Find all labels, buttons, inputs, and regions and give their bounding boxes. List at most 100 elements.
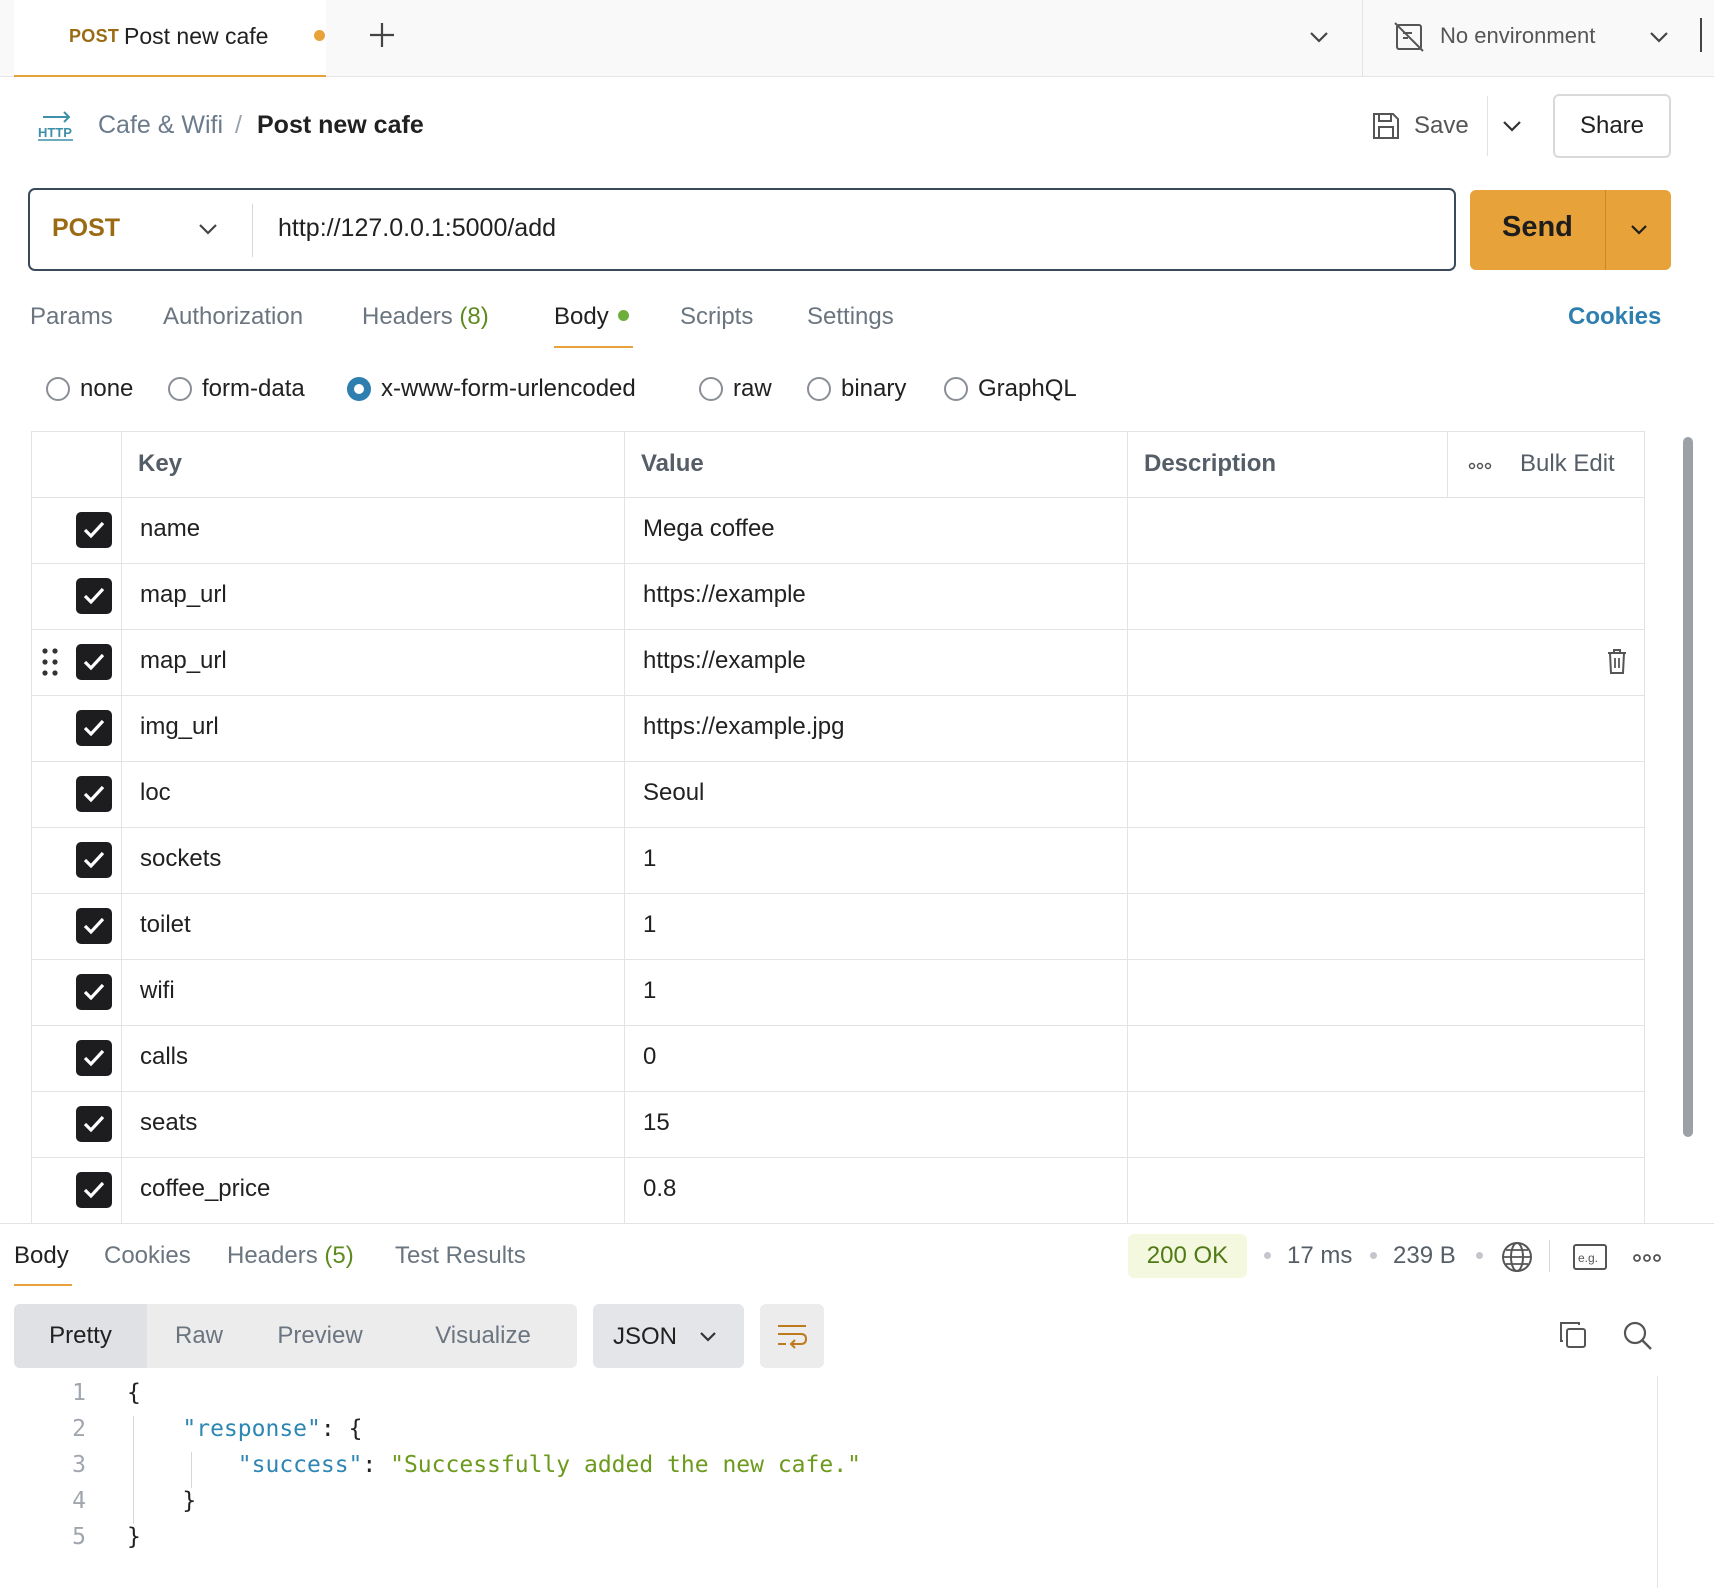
key-cell[interactable]: map_url (140, 581, 227, 609)
row-checkbox[interactable] (76, 578, 112, 614)
key-cell[interactable]: toilet (140, 911, 191, 939)
key-cell[interactable]: map_url (140, 647, 227, 675)
breadcrumb-collection[interactable]: Cafe & Wifi (98, 111, 223, 140)
table-header-row: Key Value Description Bulk Edit (32, 432, 1644, 498)
save-button[interactable]: Save (1370, 100, 1469, 152)
tab-body[interactable]: Body (554, 303, 629, 331)
value-cell[interactable]: https://example (643, 581, 806, 609)
value-cell[interactable]: https://example (643, 647, 806, 675)
tab-settings[interactable]: Settings (807, 303, 894, 331)
checkmark-icon (83, 719, 105, 737)
wrap-lines-button[interactable] (760, 1304, 824, 1368)
value-cell[interactable]: Mega coffee (643, 515, 775, 543)
tab-authorization[interactable]: Authorization (163, 303, 303, 331)
radio-binary[interactable]: binary (807, 375, 906, 403)
drag-handle-icon[interactable] (41, 647, 59, 677)
environment-chevron-down-icon[interactable] (1646, 24, 1672, 50)
table-row: loc Seoul (32, 762, 1644, 828)
view-label: Pretty (49, 1322, 112, 1349)
status-badge[interactable]: 200 OK (1128, 1234, 1247, 1278)
row-checkbox[interactable] (76, 842, 112, 878)
response-time[interactable]: 17 ms (1287, 1242, 1352, 1270)
row-checkbox[interactable] (76, 974, 112, 1010)
send-options-chevron-down-icon[interactable] (1627, 218, 1651, 242)
environment-selector[interactable]: No environment (1440, 23, 1595, 49)
response-body-code[interactable]: 1 { 2 "response": { 3 "success": "Succes… (0, 1380, 1657, 1588)
table-row: wifi 1 (32, 960, 1644, 1026)
radio-raw[interactable]: raw (699, 375, 772, 403)
request-tab[interactable]: POST Post new cafe (14, 0, 326, 77)
active-tab-indicator (554, 346, 633, 348)
value-cell[interactable]: 0.8 (643, 1175, 676, 1203)
response-divider[interactable] (0, 1223, 1714, 1224)
save-icon (1373, 113, 1399, 139)
key-cell[interactable]: wifi (140, 977, 175, 1005)
row-checkbox[interactable] (76, 710, 112, 746)
view-preview-button[interactable]: Preview (251, 1304, 389, 1368)
key-cell[interactable]: coffee_price (140, 1175, 270, 1203)
row-checkbox[interactable] (76, 644, 112, 680)
code-line: 3 "success": "Successfully added the new… (0, 1452, 1657, 1488)
radio-none[interactable]: none (46, 375, 133, 403)
value-cell[interactable]: 1 (643, 845, 656, 873)
tab-method-label: POST (69, 26, 120, 46)
value-cell[interactable]: Seoul (643, 779, 704, 807)
row-checkbox[interactable] (76, 1040, 112, 1076)
view-pretty-button[interactable]: Pretty (14, 1304, 147, 1368)
send-button[interactable]: Send (1470, 190, 1671, 270)
method-chevron-down-icon[interactable] (195, 216, 221, 242)
radio-x-www-form-urlencoded[interactable]: x-www-form-urlencoded (347, 375, 636, 403)
format-select[interactable]: JSON (593, 1304, 744, 1368)
breadcrumb-separator: / (235, 111, 242, 139)
value-cell[interactable]: 0 (643, 1043, 656, 1071)
cookies-link[interactable]: Cookies (1568, 303, 1661, 331)
row-checkbox[interactable] (76, 512, 112, 548)
radio-button (699, 377, 723, 401)
globe-icon[interactable] (1500, 1240, 1534, 1274)
response-size[interactable]: 239 B (1393, 1242, 1456, 1270)
value-cell[interactable]: https://example.jpg (643, 713, 844, 741)
key-cell[interactable]: name (140, 515, 200, 543)
response-tab-body[interactable]: Body (14, 1242, 69, 1270)
save-as-example-icon[interactable]: e.g. (1573, 1244, 1607, 1270)
url-input[interactable]: http://127.0.0.1:5000/add (278, 214, 556, 243)
value-cell[interactable]: 1 (643, 977, 656, 1005)
value-cell[interactable]: 1 (643, 911, 656, 939)
new-tab-plus-icon[interactable] (365, 18, 399, 52)
tab-count: (5) (324, 1242, 354, 1269)
view-raw-button[interactable]: Raw (147, 1304, 251, 1368)
key-cell[interactable]: img_url (140, 713, 219, 741)
copy-icon[interactable] (1558, 1320, 1588, 1350)
scrollbar[interactable] (1683, 437, 1693, 1137)
row-checkbox[interactable] (76, 908, 112, 944)
more-options-icon[interactable] (1468, 462, 1492, 470)
tab-scripts[interactable]: Scripts (680, 303, 753, 331)
key-cell[interactable]: sockets (140, 845, 221, 873)
method-selector[interactable]: POST (52, 214, 120, 243)
response-tab-test-results[interactable]: Test Results (395, 1242, 526, 1270)
view-mode-group: Pretty Raw Preview Visualize (14, 1304, 577, 1368)
bulk-edit-button[interactable]: Bulk Edit (1520, 450, 1615, 478)
tab-headers[interactable]: Headers (8) (362, 303, 489, 331)
row-checkbox[interactable] (76, 776, 112, 812)
save-options-chevron-down-icon[interactable] (1498, 112, 1526, 140)
view-visualize-button[interactable]: Visualize (389, 1304, 577, 1368)
tab-params[interactable]: Params (30, 303, 113, 331)
search-icon[interactable] (1622, 1320, 1654, 1352)
key-cell[interactable]: seats (140, 1109, 197, 1137)
breadcrumb-request-name[interactable]: Post new cafe (257, 111, 424, 140)
key-cell[interactable]: loc (140, 779, 171, 807)
response-tab-headers[interactable]: Headers (5) (227, 1242, 354, 1270)
response-tab-cookies[interactable]: Cookies (104, 1242, 191, 1270)
tabs-chevron-down-icon[interactable] (1306, 24, 1332, 50)
delete-row-trash-icon[interactable] (1606, 647, 1628, 675)
radio-form-data[interactable]: form-data (168, 375, 305, 403)
table-row: map_url https://example (32, 564, 1644, 630)
share-button[interactable]: Share (1553, 94, 1671, 158)
row-checkbox[interactable] (76, 1106, 112, 1142)
key-cell[interactable]: calls (140, 1043, 188, 1071)
row-checkbox[interactable] (76, 1172, 112, 1208)
more-options-icon[interactable] (1632, 1253, 1662, 1263)
value-cell[interactable]: 15 (643, 1109, 670, 1137)
radio-graphql[interactable]: GraphQL (944, 375, 1077, 403)
